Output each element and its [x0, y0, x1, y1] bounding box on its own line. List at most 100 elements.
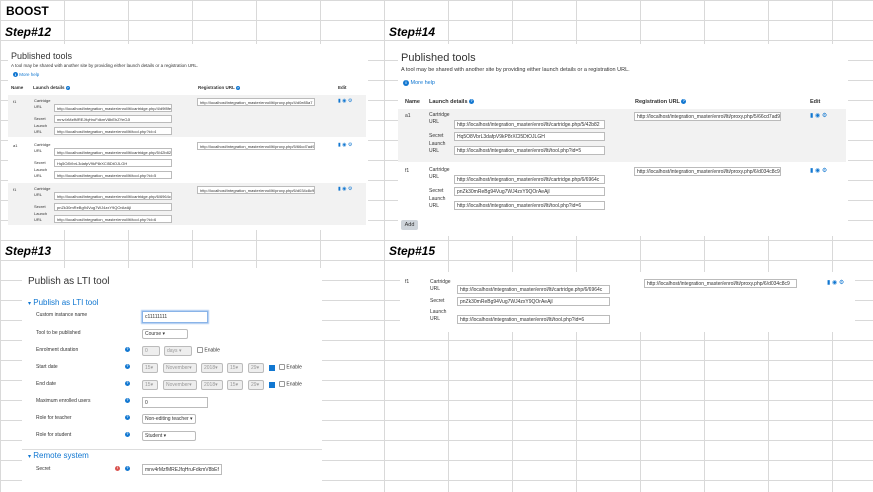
secret-field[interactable]: Hq5O8VbrL3dafpV9kP8rXCl5DtOJLGH: [54, 159, 172, 167]
custom-name-input[interactable]: c11111111: [142, 311, 208, 323]
launch-url-label: Launch URL: [34, 167, 48, 178]
cartridge-url-field[interactable]: http://localhost/integration_master/enro…: [457, 285, 610, 294]
end-year-select[interactable]: 2018▾: [201, 380, 223, 390]
trash-icon[interactable]: ▮: [827, 279, 830, 286]
end-date-label: End date: [36, 381, 57, 387]
secret-field[interactable]: pnZk30mReBg94Vug7WJ4zxY9QOrAeAjl: [457, 297, 610, 306]
gear-icon[interactable]: ⚙: [839, 279, 844, 286]
cartridge-url-field[interactable]: http://localhost/integration_master/enro…: [454, 175, 605, 184]
tool-name: f1: [13, 187, 17, 192]
gear-icon[interactable]: ⚙: [348, 186, 352, 192]
enable-checkbox[interactable]: [279, 381, 285, 387]
cartridge-url-field[interactable]: http://localhost/integration_master/enro…: [54, 192, 172, 200]
more-help-link[interactable]: i More help: [13, 72, 39, 77]
launch-url-field[interactable]: http://localhost/integration_master/enro…: [54, 127, 172, 135]
calendar-icon[interactable]: [269, 382, 275, 388]
duration-input[interactable]: 0: [142, 346, 160, 356]
tool-row: f1 Cartridge URL http://localhost/integra…: [8, 183, 366, 225]
duration-unit-select[interactable]: days ▾: [164, 346, 192, 356]
secret-field[interactable]: pnZk30mReBg94Vug7WJ4zxY9QOrAeAjl: [54, 203, 172, 211]
launch-url-field[interactable]: http://localhost/integration_master/enro…: [454, 146, 605, 155]
custom-name-label: Custom instance name: [36, 312, 88, 318]
more-help-link[interactable]: i More help: [403, 80, 435, 86]
eye-icon[interactable]: ◉: [342, 98, 346, 104]
eye-icon[interactable]: ◉: [342, 186, 346, 192]
trash-icon[interactable]: ▮: [810, 167, 813, 174]
start-day-select[interactable]: 15▾: [142, 363, 158, 373]
start-month-select[interactable]: November▾: [163, 363, 197, 373]
trash-icon[interactable]: ▮: [338, 98, 341, 104]
help-icon[interactable]: ?: [125, 364, 130, 369]
registration-url-field[interactable]: http://localhost/integration_master/enro…: [197, 142, 315, 150]
step12-published-tools-panel: Published tools A tool may be shared wit…: [8, 44, 368, 230]
teacher-role-select[interactable]: Non-editing teacher ▾: [142, 414, 196, 424]
registration-url-field[interactable]: http://localhost/integration_master/enro…: [197, 98, 315, 106]
section-remote-header[interactable]: ▾ Remote system: [28, 451, 89, 460]
step-12-label: Step#12: [3, 25, 54, 39]
registration-url-field[interactable]: http://localhost/integration_master/enro…: [644, 279, 797, 288]
help-icon[interactable]: ?: [125, 415, 130, 420]
tool-row: f1 Cartridge URL http://localhost/integra…: [398, 164, 846, 217]
help-icon[interactable]: ?: [125, 381, 130, 386]
add-button[interactable]: Add: [401, 220, 418, 230]
enable-checkbox[interactable]: [279, 364, 285, 370]
secret-row: Secret ! ? mnv4rMzfMREJfqHruFdkmV8bEf: [22, 464, 322, 478]
registration-url-field[interactable]: http://localhost/integration_master/enro…: [197, 186, 315, 194]
start-date-row: Start date ? 15▾ November▾ 2018▾ 15▾ 29▾…: [22, 363, 322, 375]
registration-url-field[interactable]: http://localhost/integration_master/enro…: [634, 112, 781, 121]
help-icon[interactable]: ?: [125, 466, 130, 471]
trash-icon[interactable]: ▮: [810, 112, 813, 119]
col-edit: Edit: [338, 85, 347, 90]
section-publish-header[interactable]: ▾ Publish as LTI tool: [28, 298, 98, 307]
tool-label: Tool to be published: [36, 330, 81, 336]
trash-icon[interactable]: ▮: [338, 186, 341, 192]
secret-field[interactable]: mnv4rMzfMREJfqHruFdkmV8bEhZYeOJl: [54, 115, 172, 123]
help-icon[interactable]: ?: [125, 432, 130, 437]
end-month-select[interactable]: November▾: [163, 380, 197, 390]
start-date-label: Start date: [36, 364, 58, 370]
launch-url-label: Launch URL: [430, 309, 447, 322]
eye-icon[interactable]: ◉: [815, 112, 820, 119]
secret-label: Secret: [36, 466, 51, 472]
secret-field[interactable]: pnZk30mReBg94Vug7WJ4zxY9QOrAeAjl: [454, 187, 605, 196]
help-icon[interactable]: ?: [125, 398, 130, 403]
gear-icon[interactable]: ⚙: [348, 98, 352, 104]
eye-icon[interactable]: ◉: [815, 167, 820, 174]
registration-url-field[interactable]: http://localhost/integration_master/enro…: [634, 167, 781, 176]
end-hour-select[interactable]: 15▾: [227, 380, 243, 390]
eye-icon[interactable]: ◉: [832, 279, 837, 286]
gear-icon[interactable]: ⚙: [822, 112, 827, 119]
start-year-select[interactable]: 2018▾: [201, 363, 223, 373]
enable-checkbox[interactable]: [197, 347, 203, 353]
launch-url-field[interactable]: http://localhost/integration_master/enro…: [457, 315, 610, 324]
col-name: Name: [11, 85, 24, 90]
launch-url-field[interactable]: http://localhost/integration_master/enro…: [454, 201, 605, 210]
duration-enable[interactable]: Enable: [197, 347, 220, 353]
tool-name: f1: [405, 168, 410, 174]
cartridge-url-field[interactable]: http://localhost/integration_master/enro…: [454, 120, 605, 129]
start-date-enable[interactable]: Enable: [279, 364, 302, 370]
cartridge-url-field[interactable]: http://localhost/integration_master/enro…: [54, 104, 172, 112]
end-day-select[interactable]: 15▾: [142, 380, 158, 390]
trash-icon[interactable]: ▮: [338, 142, 341, 148]
start-minute-select[interactable]: 29▾: [248, 363, 264, 373]
launch-url-field[interactable]: http://localhost/integration_master/enro…: [54, 171, 172, 179]
student-role-select[interactable]: Student ▾: [142, 431, 196, 441]
max-users-label: Maximum enrolled users: [36, 398, 91, 404]
secret-input[interactable]: mnv4rMzfMREJfqHruFdkmV8bEf: [142, 464, 222, 475]
end-minute-select[interactable]: 29▾: [248, 380, 264, 390]
eye-icon[interactable]: ◉: [342, 142, 346, 148]
tool-name: t1: [13, 99, 17, 104]
tool-select[interactable]: Course ▾: [142, 329, 188, 339]
gear-icon[interactable]: ⚙: [348, 142, 352, 148]
cartridge-url-field[interactable]: http://localhost/integration_master/enro…: [54, 148, 172, 156]
col-launch-details: Launch details ?: [33, 85, 70, 90]
max-users-input[interactable]: 0: [142, 397, 208, 408]
start-hour-select[interactable]: 15▾: [227, 363, 243, 373]
secret-field[interactable]: Hq5O8VbrL3dafpV9kP8rXCl5DtOJLGH: [454, 132, 605, 141]
launch-url-field[interactable]: http://localhost/integration_master/enro…: [54, 215, 172, 223]
gear-icon[interactable]: ⚙: [822, 167, 827, 174]
calendar-icon[interactable]: [269, 365, 275, 371]
end-date-enable[interactable]: Enable: [279, 381, 302, 387]
help-icon[interactable]: ?: [125, 347, 130, 352]
